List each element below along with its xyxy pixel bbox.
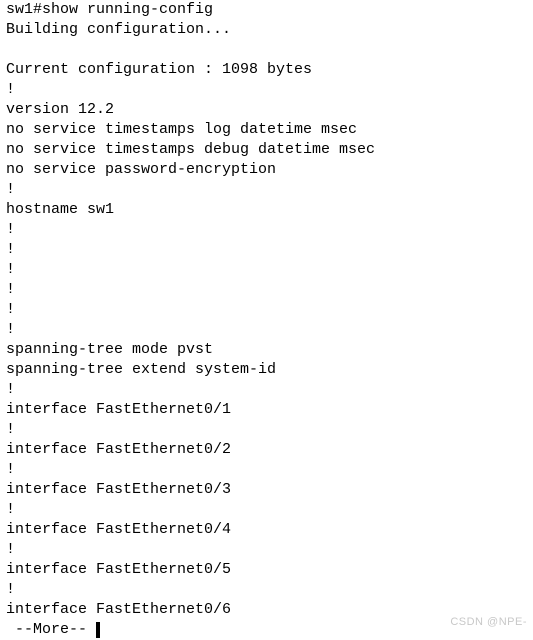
console-line: ! <box>6 461 16 478</box>
console-line: ! <box>6 321 16 338</box>
console-line: sw1#show running-config <box>6 1 214 18</box>
console-output: sw1#show running-config Building configu… <box>6 0 533 640</box>
console-line: ! <box>6 541 16 558</box>
console-line: ! <box>6 501 16 518</box>
console-line: interface FastEthernet0/5 <box>6 561 232 578</box>
csdn-watermark: CSDN @NPE- <box>450 616 527 628</box>
console-line: hostname sw1 <box>6 201 115 218</box>
console-line: no service timestamps log datetime msec <box>6 121 358 138</box>
console-line: ! <box>6 181 16 198</box>
console-line: spanning-tree mode pvst <box>6 341 214 358</box>
console-line: Building configuration... <box>6 21 232 38</box>
console-line: no service password-encryption <box>6 161 277 178</box>
console-line: ! <box>6 581 16 598</box>
console-line: ! <box>6 241 16 258</box>
console-line: interface FastEthernet0/4 <box>6 521 232 538</box>
console-line: Current configuration : 1098 bytes <box>6 61 313 78</box>
more-pager-label: --More-- <box>6 621 88 638</box>
console-line: interface FastEthernet0/1 <box>6 401 232 418</box>
terminal-window[interactable]: sw1#show running-config Building configu… <box>0 0 533 638</box>
console-line: no service timestamps debug datetime mse… <box>6 141 376 158</box>
console-line: ! <box>6 261 16 278</box>
console-line: ! <box>6 421 16 438</box>
console-line: version 12.2 <box>6 101 115 118</box>
console-line: interface FastEthernet0/2 <box>6 441 232 458</box>
console-line: ! <box>6 221 16 238</box>
console-line: ! <box>6 81 16 98</box>
console-line: spanning-tree extend system-id <box>6 361 277 378</box>
console-line: interface FastEthernet0/3 <box>6 481 232 498</box>
console-line: ! <box>6 301 16 318</box>
console-line: ! <box>6 281 16 298</box>
console-line: ! <box>6 381 16 398</box>
